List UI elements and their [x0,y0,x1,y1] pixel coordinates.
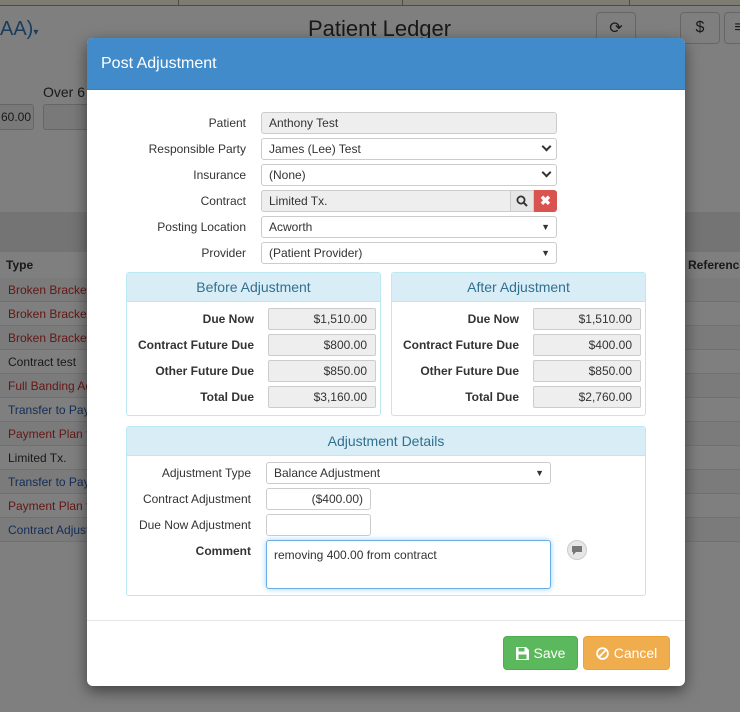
search-icon [516,195,528,207]
after-total-label: Total Due [465,390,519,404]
comment-textarea[interactable]: removing 400.00 from contract [266,540,551,589]
patient-field: Anthony Test [261,112,557,134]
contract-field: Limited Tx. [261,190,511,212]
before-contract-future-label: Contract Future Due [137,338,254,352]
contract-clear-button[interactable]: ✖ [534,190,557,212]
before-total-label: Total Due [200,390,254,404]
contract-adjustment-label: Contract Adjustment [142,492,251,506]
save-label: Save [533,645,566,661]
caret-down-icon: ▼ [541,222,550,232]
ban-icon [595,646,609,660]
floppy-disk-icon [515,646,529,660]
cancel-label: Cancel [613,645,658,661]
contract-adjustment-input[interactable]: ($400.00) [266,488,371,510]
adjustment-type-value: Balance Adjustment [274,466,381,480]
due-now-adjustment-label: Due Now Adjustment [138,518,251,532]
posting-location-select[interactable]: Acworth ▼ [261,216,557,238]
responsible-party-value: James (Lee) Test [269,142,361,156]
dialog-title: Post Adjustment [101,55,217,72]
cancel-button[interactable]: Cancel [583,636,670,670]
insurance-value: (None) [269,168,306,182]
adjustment-type-label: Adjustment Type [161,466,251,480]
posting-location-label: Posting Location [157,220,246,234]
after-other-future-value: $850.00 [533,360,641,382]
after-due-now-value: $1,510.00 [533,308,641,330]
chevron-down-icon [541,141,552,152]
after-adjustment-heading: After Adjustment [392,273,645,302]
before-due-now-value: $1,510.00 [268,308,376,330]
adjustment-details-panel: Adjustment Details Adjustment Type Balan… [126,426,646,596]
responsible-party-label: Responsible Party [148,142,246,156]
before-adjustment-heading: Before Adjustment [127,273,380,302]
after-adjustment-panel: After Adjustment Due Now $1,510.00 Contr… [391,272,646,416]
before-contract-future-value: $800.00 [268,334,376,356]
after-due-now-label: Due Now [467,312,519,326]
caret-down-icon: ▼ [535,468,544,478]
before-due-now-label: Due Now [202,312,254,326]
caret-down-icon: ▼ [541,248,550,258]
adjustment-details-heading: Adjustment Details [127,427,645,456]
comment-history-button[interactable] [567,540,587,560]
posting-location-value: Acworth [269,220,313,234]
after-contract-future-label: Contract Future Due [402,338,519,352]
save-button[interactable]: Save [503,636,578,670]
contract-label: Contract [200,194,246,208]
after-total-value: $2,760.00 [533,386,641,408]
responsible-party-select[interactable]: James (Lee) Test [261,138,557,160]
provider-label: Provider [201,246,246,260]
before-other-future-value: $850.00 [268,360,376,382]
chevron-down-icon [541,167,552,178]
insurance-select[interactable]: (None) [261,164,557,186]
provider-value: (Patient Provider) [269,246,363,260]
comment-label: Comment [195,544,251,558]
patient-label: Patient [208,116,246,130]
dialog-header: Post Adjustment [87,38,685,90]
before-adjustment-panel: Before Adjustment Due Now $1,510.00 Cont… [126,272,381,416]
after-contract-future-value: $400.00 [533,334,641,356]
post-adjustment-dialog: Post Adjustment Patient Anthony Test Res… [87,38,685,686]
adjustment-type-select[interactable]: Balance Adjustment ▼ [266,462,551,484]
before-other-future-label: Other Future Due [155,364,254,378]
due-now-adjustment-input[interactable] [266,514,371,536]
provider-select[interactable]: (Patient Provider) ▼ [261,242,557,264]
comment-icon [572,545,582,555]
close-icon: ✖ [540,193,551,208]
insurance-label: Insurance [193,168,246,182]
after-other-future-label: Other Future Due [420,364,519,378]
dialog-footer-divider [87,620,685,621]
before-total-value: $3,160.00 [268,386,376,408]
contract-search-button[interactable] [510,190,534,212]
